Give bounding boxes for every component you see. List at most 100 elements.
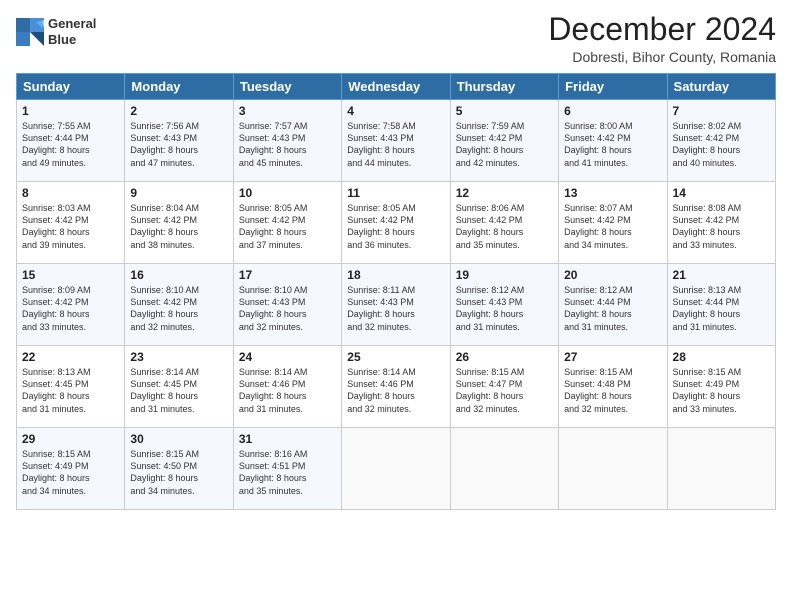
calendar-cell (667, 428, 775, 510)
calendar-cell: 6Sunrise: 8:00 AM Sunset: 4:42 PM Daylig… (559, 100, 667, 182)
calendar-cell: 3 Sunrise: 7:57 AM Sunset: 4:43 PM Daylig… (233, 100, 341, 182)
day-number: 24 (239, 350, 336, 364)
day-number: 30 (130, 432, 227, 446)
week-row-5: 29 Sunrise: 8:15 AM Sunset: 4:49 PM Dayli… (17, 428, 776, 510)
day-info: Sunrise: 7:58 AM Sunset: 4:43 PM Dayligh… (347, 120, 444, 169)
calendar-cell: 21 Sunrise: 8:13 AM Sunset: 4:44 PM Dayli… (667, 264, 775, 346)
logo: General Blue (16, 16, 96, 47)
day-number: 14 (673, 186, 770, 200)
calendar-cell: 24 Sunrise: 8:14 AM Sunset: 4:46 PM Dayli… (233, 346, 341, 428)
day-number: 31 (239, 432, 336, 446)
days-header-row: SundayMondayTuesdayWednesdayThursdayFrid… (17, 74, 776, 100)
day-info: Sunrise: 8:14 AM Sunset: 4:45 PM Dayligh… (130, 366, 227, 415)
logo-text: General Blue (48, 16, 96, 47)
day-info: Sunrise: 8:15 AM Sunset: 4:48 PM Dayligh… (564, 366, 661, 415)
calendar-cell (450, 428, 558, 510)
week-row-4: 22Sunrise: 8:13 AM Sunset: 4:45 PM Dayli… (17, 346, 776, 428)
day-info: Sunrise: 8:16 AM Sunset: 4:51 PM Dayligh… (239, 448, 336, 497)
day-info: Sunrise: 7:57 AM Sunset: 4:43 PM Dayligh… (239, 120, 336, 169)
day-info: Sunrise: 7:59 AM Sunset: 4:42 PM Dayligh… (456, 120, 553, 169)
calendar-cell: 25Sunrise: 8:14 AM Sunset: 4:46 PM Dayli… (342, 346, 450, 428)
day-header-wednesday: Wednesday (342, 74, 450, 100)
calendar-cell: 28 Sunrise: 8:15 AM Sunset: 4:49 PM Dayli… (667, 346, 775, 428)
day-info: Sunrise: 8:15 AM Sunset: 4:49 PM Dayligh… (673, 366, 770, 415)
day-info: Sunrise: 8:09 AM Sunset: 4:42 PM Dayligh… (22, 284, 119, 333)
calendar-cell: 2 Sunrise: 7:56 AM Sunset: 4:43 PM Daylig… (125, 100, 233, 182)
day-header-monday: Monday (125, 74, 233, 100)
day-number: 19 (456, 268, 553, 282)
day-info: Sunrise: 8:15 AM Sunset: 4:50 PM Dayligh… (130, 448, 227, 497)
calendar-cell: 17Sunrise: 8:10 AM Sunset: 4:43 PM Dayli… (233, 264, 341, 346)
calendar-table: SundayMondayTuesdayWednesdayThursdayFrid… (16, 73, 776, 510)
day-header-tuesday: Tuesday (233, 74, 341, 100)
day-header-sunday: Sunday (17, 74, 125, 100)
day-number: 5 (456, 104, 553, 118)
day-number: 7 (673, 104, 770, 118)
week-row-1: 1 Sunrise: 7:55 AM Sunset: 4:44 PM Daylig… (17, 100, 776, 182)
calendar-cell: 15 Sunrise: 8:09 AM Sunset: 4:42 PM Dayli… (17, 264, 125, 346)
day-info: Sunrise: 8:12 AM Sunset: 4:44 PM Dayligh… (564, 284, 661, 333)
calendar-cell: 11Sunrise: 8:05 AM Sunset: 4:42 PM Dayli… (342, 182, 450, 264)
day-number: 23 (130, 350, 227, 364)
day-header-friday: Friday (559, 74, 667, 100)
day-info: Sunrise: 7:56 AM Sunset: 4:43 PM Dayligh… (130, 120, 227, 169)
day-info: Sunrise: 8:10 AM Sunset: 4:42 PM Dayligh… (130, 284, 227, 333)
day-number: 11 (347, 186, 444, 200)
day-info: Sunrise: 8:02 AM Sunset: 4:42 PM Dayligh… (673, 120, 770, 169)
day-number: 9 (130, 186, 227, 200)
day-info: Sunrise: 8:12 AM Sunset: 4:43 PM Dayligh… (456, 284, 553, 333)
title-block: December 2024 Dobresti, Bihor County, Ro… (548, 12, 776, 65)
day-number: 18 (347, 268, 444, 282)
day-number: 28 (673, 350, 770, 364)
day-header-thursday: Thursday (450, 74, 558, 100)
day-number: 12 (456, 186, 553, 200)
day-info: Sunrise: 8:03 AM Sunset: 4:42 PM Dayligh… (22, 202, 119, 251)
calendar-cell: 14 Sunrise: 8:08 AM Sunset: 4:42 PM Dayli… (667, 182, 775, 264)
calendar-cell: 23 Sunrise: 8:14 AM Sunset: 4:45 PM Dayli… (125, 346, 233, 428)
day-info: Sunrise: 8:08 AM Sunset: 4:42 PM Dayligh… (673, 202, 770, 251)
calendar-cell: 27Sunrise: 8:15 AM Sunset: 4:48 PM Dayli… (559, 346, 667, 428)
day-number: 2 (130, 104, 227, 118)
week-row-2: 8 Sunrise: 8:03 AM Sunset: 4:42 PM Daylig… (17, 182, 776, 264)
day-info: Sunrise: 7:55 AM Sunset: 4:44 PM Dayligh… (22, 120, 119, 169)
week-row-3: 15 Sunrise: 8:09 AM Sunset: 4:42 PM Dayli… (17, 264, 776, 346)
day-number: 1 (22, 104, 119, 118)
day-number: 13 (564, 186, 661, 200)
day-number: 8 (22, 186, 119, 200)
day-info: Sunrise: 8:07 AM Sunset: 4:42 PM Dayligh… (564, 202, 661, 251)
calendar-cell (342, 428, 450, 510)
logo-icon (16, 18, 44, 46)
day-info: Sunrise: 8:15 AM Sunset: 4:49 PM Dayligh… (22, 448, 119, 497)
day-number: 29 (22, 432, 119, 446)
day-number: 21 (673, 268, 770, 282)
calendar-cell: 8 Sunrise: 8:03 AM Sunset: 4:42 PM Daylig… (17, 182, 125, 264)
day-info: Sunrise: 8:13 AM Sunset: 4:45 PM Dayligh… (22, 366, 119, 415)
day-header-saturday: Saturday (667, 74, 775, 100)
day-info: Sunrise: 8:11 AM Sunset: 4:43 PM Dayligh… (347, 284, 444, 333)
day-info: Sunrise: 8:04 AM Sunset: 4:42 PM Dayligh… (130, 202, 227, 251)
subtitle: Dobresti, Bihor County, Romania (548, 49, 776, 65)
calendar-cell: 4 Sunrise: 7:58 AM Sunset: 4:43 PM Daylig… (342, 100, 450, 182)
day-number: 26 (456, 350, 553, 364)
day-info: Sunrise: 8:14 AM Sunset: 4:46 PM Dayligh… (239, 366, 336, 415)
day-number: 4 (347, 104, 444, 118)
calendar-cell: 13 Sunrise: 8:07 AM Sunset: 4:42 PM Dayli… (559, 182, 667, 264)
day-info: Sunrise: 8:13 AM Sunset: 4:44 PM Dayligh… (673, 284, 770, 333)
calendar-cell: 22Sunrise: 8:13 AM Sunset: 4:45 PM Dayli… (17, 346, 125, 428)
day-number: 20 (564, 268, 661, 282)
day-info: Sunrise: 8:06 AM Sunset: 4:42 PM Dayligh… (456, 202, 553, 251)
calendar-cell: 10Sunrise: 8:05 AM Sunset: 4:42 PM Dayli… (233, 182, 341, 264)
day-info: Sunrise: 8:15 AM Sunset: 4:47 PM Dayligh… (456, 366, 553, 415)
calendar-cell: 16Sunrise: 8:10 AM Sunset: 4:42 PM Dayli… (125, 264, 233, 346)
calendar-cell: 5 Sunrise: 7:59 AM Sunset: 4:42 PM Daylig… (450, 100, 558, 182)
day-info: Sunrise: 8:05 AM Sunset: 4:42 PM Dayligh… (239, 202, 336, 251)
page: General Blue December 2024 Dobresti, Bih… (0, 0, 792, 612)
day-number: 25 (347, 350, 444, 364)
calendar-cell: 12 Sunrise: 8:06 AM Sunset: 4:42 PM Dayli… (450, 182, 558, 264)
calendar-cell: 7 Sunrise: 8:02 AM Sunset: 4:42 PM Daylig… (667, 100, 775, 182)
calendar-cell: 1 Sunrise: 7:55 AM Sunset: 4:44 PM Daylig… (17, 100, 125, 182)
day-number: 3 (239, 104, 336, 118)
day-number: 15 (22, 268, 119, 282)
day-info: Sunrise: 8:00 AM Sunset: 4:42 PM Dayligh… (564, 120, 661, 169)
calendar-cell: 19 Sunrise: 8:12 AM Sunset: 4:43 PM Dayli… (450, 264, 558, 346)
